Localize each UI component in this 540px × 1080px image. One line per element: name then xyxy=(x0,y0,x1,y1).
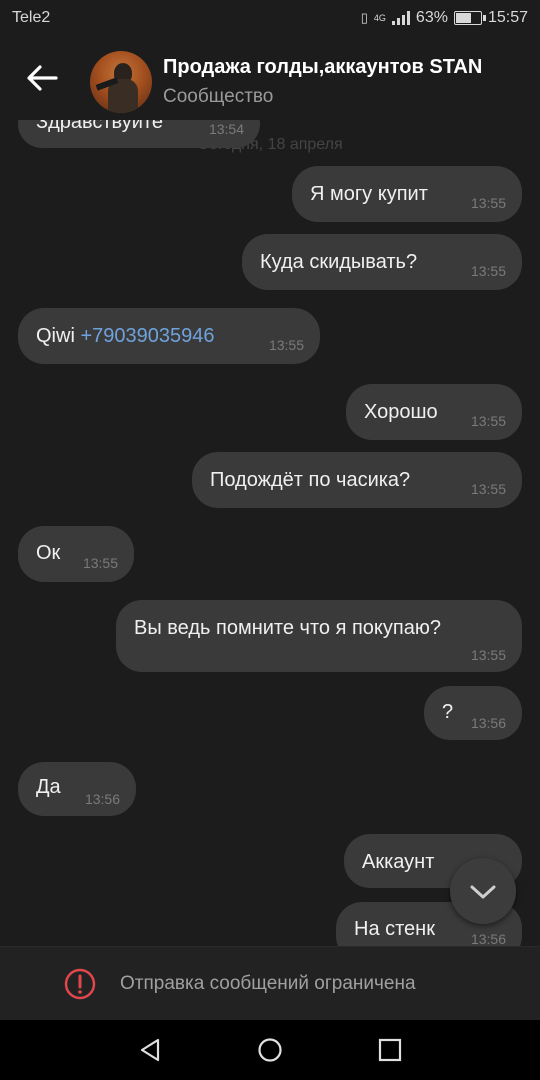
chat-title[interactable]: Продажа голды,аккаунтов STAN xyxy=(163,56,482,79)
signal-icon xyxy=(391,11,410,25)
arrow-left-icon xyxy=(27,65,58,91)
message-text: Здравствуйте xyxy=(36,120,163,133)
message-outgoing[interactable]: Куда скидывать? 13:55 xyxy=(242,234,522,290)
back-button[interactable] xyxy=(22,60,62,96)
vibrate-icon: ▯ xyxy=(360,10,368,25)
chat-subtitle: Сообщество xyxy=(163,86,274,107)
status-bar: Tele2 ▯ 4G 63% 15:57 xyxy=(0,0,540,36)
home-circle-icon[interactable] xyxy=(256,1036,284,1064)
message-outgoing[interactable]: ? 13:56 xyxy=(424,686,522,740)
exclamation-circle-icon xyxy=(64,968,96,1000)
phone-link[interactable]: +79039035946 xyxy=(80,325,214,347)
message-time: 13:56 xyxy=(470,931,506,946)
message-text: Аккаунт xyxy=(362,851,435,873)
carrier-name: Tele2 xyxy=(12,9,51,26)
message-incoming[interactable]: Здравствуйте 13:54 xyxy=(18,120,260,148)
message-time: 13:56 xyxy=(470,715,506,731)
message-list[interactable]: Сегодня, 18 апреля Здравствуйте 13:54 Я … xyxy=(0,120,540,946)
message-outgoing[interactable]: Хорошо 13:55 xyxy=(346,384,522,440)
message-text: Хорошо xyxy=(364,401,438,423)
message-plain: Qiwi xyxy=(36,325,75,347)
restriction-label: Отправка сообщений ограничена xyxy=(120,973,416,994)
message-outgoing[interactable]: Я могу купит 13:55 xyxy=(292,166,522,222)
message-outgoing[interactable]: Вы ведь помните что я покупаю? 13:55 xyxy=(116,600,522,672)
message-text: Я могу купит xyxy=(310,183,428,205)
network-type: 4G xyxy=(373,13,386,23)
back-triangle-icon[interactable] xyxy=(136,1036,164,1064)
message-outgoing[interactable]: Подождёт по часика? 13:55 xyxy=(192,452,522,508)
status-icons: ▯ 4G 63% 15:57 xyxy=(361,9,528,27)
message-text: Да xyxy=(36,776,61,798)
recents-square-icon[interactable] xyxy=(376,1036,404,1064)
message-time: 13:55 xyxy=(470,647,506,663)
message-text: На стенк xyxy=(354,918,435,940)
message-time: 13:55 xyxy=(470,481,506,497)
message-incoming[interactable]: Ок 13:55 xyxy=(18,526,134,582)
chat-header: Продажа голды,аккаунтов STAN Сообщество xyxy=(0,36,540,120)
message-incoming[interactable]: Qiwi +79039035946 13:55 xyxy=(18,308,320,364)
battery-percent: 63% xyxy=(415,9,448,26)
message-time: 13:55 xyxy=(82,555,118,571)
message-text: Ок xyxy=(36,542,61,564)
message-text: Вы ведь помните что я покупаю? xyxy=(134,617,441,639)
message-text: Qiwi +79039035946 xyxy=(36,326,215,346)
message-time: 13:55 xyxy=(470,413,506,429)
sending-restricted-bar: Отправка сообщений ограничена xyxy=(0,946,540,1021)
battery-icon xyxy=(453,11,486,25)
message-time: 13:54 xyxy=(208,121,244,137)
system-nav-bar xyxy=(0,1020,540,1080)
message-time: 13:56 xyxy=(84,791,120,807)
message-incoming[interactable]: Да 13:56 xyxy=(18,762,136,816)
message-time: 13:55 xyxy=(268,337,304,353)
scroll-to-bottom-button[interactable] xyxy=(450,858,516,924)
message-text: ? xyxy=(442,701,454,723)
message-time: 13:55 xyxy=(470,195,506,211)
message-text: Подождёт по часика? xyxy=(210,469,411,491)
clock: 15:57 xyxy=(487,9,528,26)
community-avatar[interactable] xyxy=(90,51,152,113)
chevron-down-icon xyxy=(470,885,496,899)
message-text: Куда скидывать? xyxy=(260,251,418,273)
message-time: 13:55 xyxy=(470,263,506,279)
